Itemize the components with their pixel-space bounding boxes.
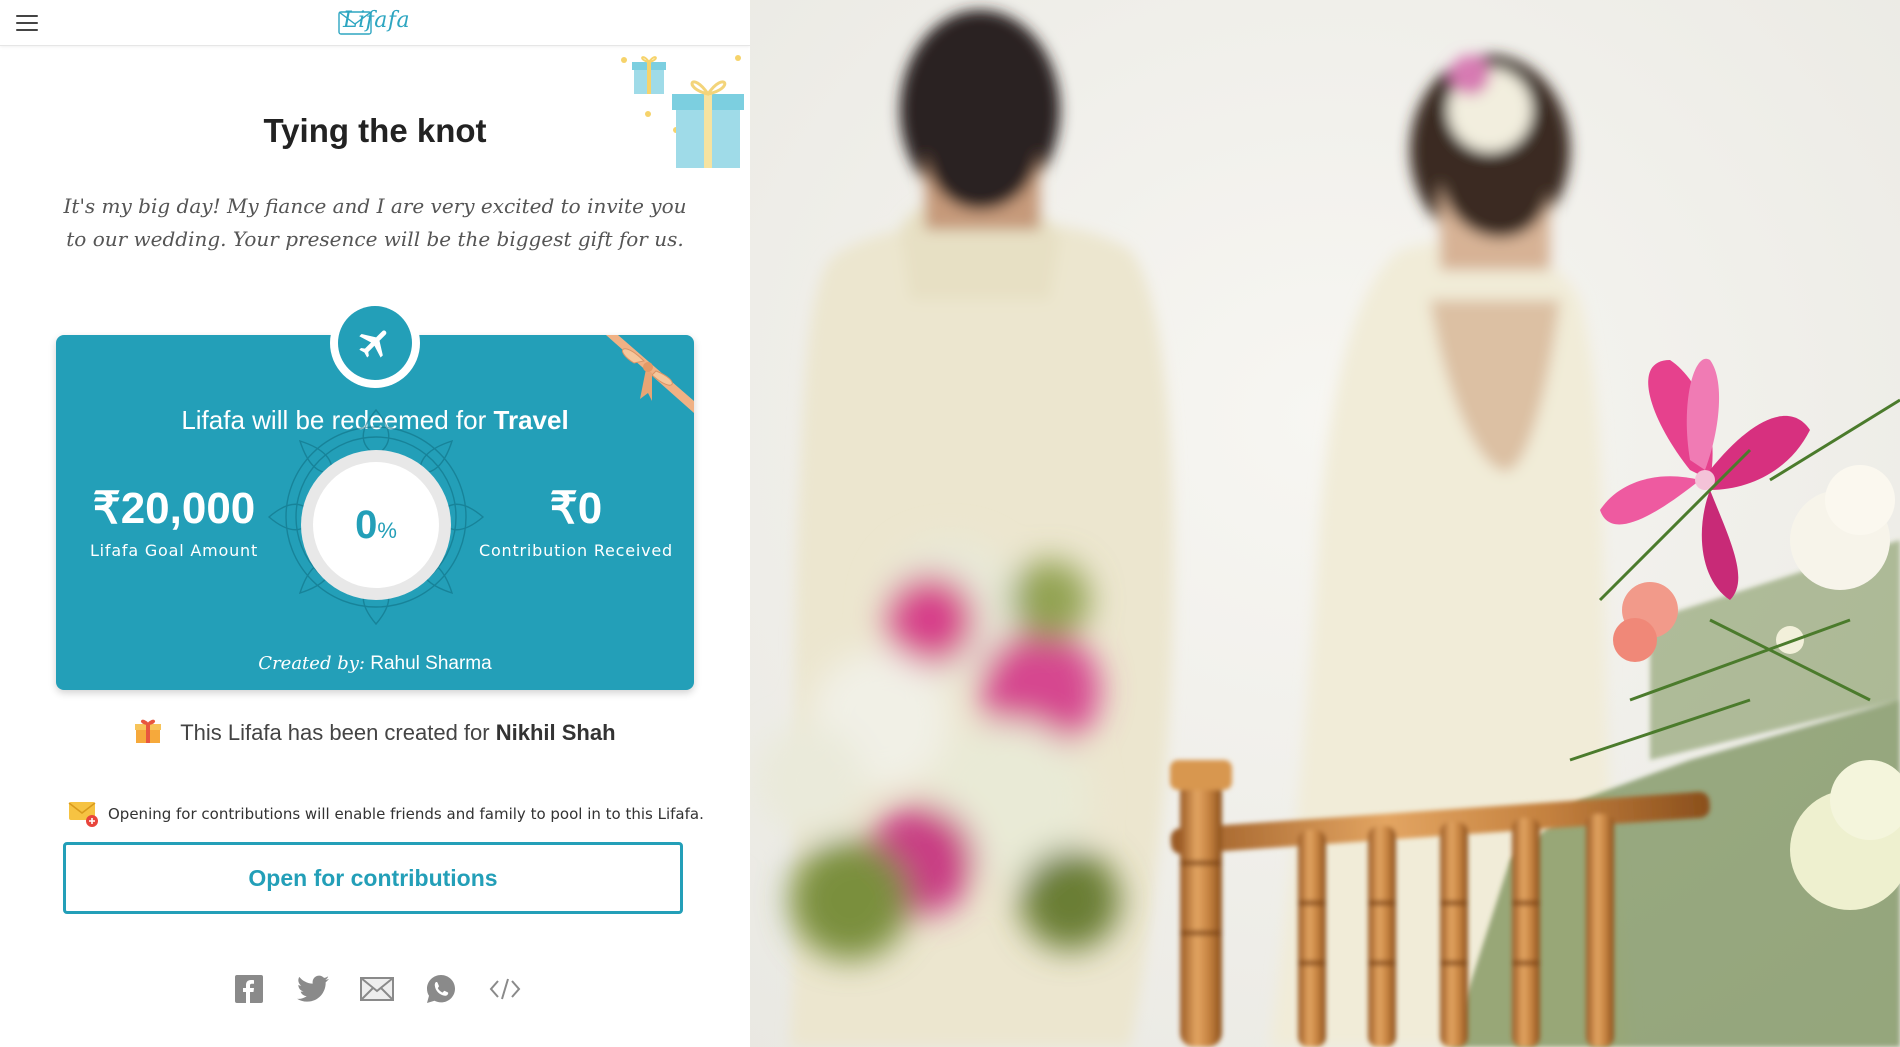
category-badge [330, 298, 420, 388]
gift-icon [135, 719, 162, 743]
created-by-name: Rahul Sharma [370, 653, 492, 674]
open-for-contributions-button[interactable]: Open for contributions [63, 842, 683, 914]
airplane-icon [338, 306, 412, 380]
wedding-couple-illustration [750, 0, 1900, 1047]
recipient-name: Nikhil Shah [495, 720, 616, 745]
share-bar [232, 972, 552, 1006]
contribution-received-value: ₹0 [549, 484, 603, 533]
event-title: Tying the knot [263, 112, 487, 149]
contribution-received-stat: ₹0 Contribution Received [476, 484, 676, 561]
lifafa-card: Lifafa will be redeemed for Travel 0 % ₹… [56, 335, 694, 690]
ribbon-bow-icon [606, 335, 694, 413]
recipient-prefix: This Lifafa has been created for [180, 720, 490, 745]
page: Lifafa Tying the knot It's my big day! M… [0, 0, 1900, 1047]
created-by: Created by: Rahul Sharma [56, 653, 694, 675]
gift-boxes-decoration-icon [621, 55, 744, 168]
redeem-category: Travel [493, 405, 569, 435]
goal-amount-value: ₹20,000 [92, 484, 256, 533]
created-by-label: Created by: [258, 653, 365, 674]
facebook-icon[interactable] [232, 972, 266, 1006]
progress-unit: % [377, 518, 397, 543]
embed-code-icon[interactable] [488, 972, 522, 1006]
recipient-line: This Lifafa has been created for Nikhil … [0, 718, 750, 746]
goal-amount-label: Lifafa Goal Amount [89, 541, 259, 560]
email-icon[interactable] [360, 972, 394, 1006]
lifafa-logo[interactable]: Lifafa [335, 4, 415, 40]
twitter-icon[interactable] [296, 972, 330, 1006]
progress-value: 0 [355, 502, 378, 547]
goal-amount-stat: ₹20,000 Lifafa Goal Amount [74, 484, 274, 561]
envelope-add-icon [68, 802, 98, 827]
whatsapp-icon[interactable] [424, 972, 458, 1006]
progress-center: 0 % [313, 462, 439, 588]
contributions-hint-text: Opening for contributions will enable fr… [108, 805, 704, 823]
progress-ring: 0 % [301, 450, 451, 600]
hamburger-menu-icon[interactable] [16, 15, 38, 31]
wedding-photo [750, 0, 1900, 1047]
event-message: It's my big day! My fiance and I are ver… [63, 194, 687, 251]
top-bar: Lifafa [0, 0, 750, 46]
contribution-received-label: Contribution Received [478, 541, 674, 560]
logo-text: Lifafa [343, 8, 411, 33]
contributions-hint: Opening for contributions will enable fr… [68, 800, 708, 828]
lifafa-panel: Lifafa Tying the knot It's my big day! M… [0, 0, 750, 1047]
